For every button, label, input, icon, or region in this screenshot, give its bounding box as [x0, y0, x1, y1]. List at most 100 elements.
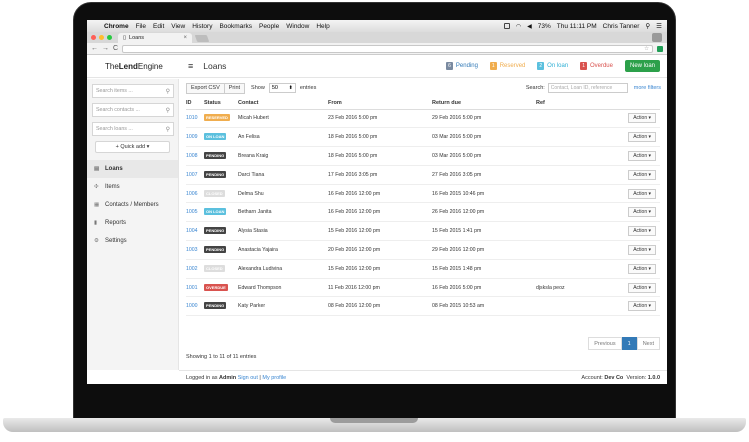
action-dropdown-button[interactable]: Action ▾	[628, 244, 656, 255]
loan-id-link[interactable]: 1001	[186, 278, 204, 298]
status-count-pending[interactable]: 6 Pending	[446, 62, 478, 70]
action-dropdown-button[interactable]: Action ▾	[628, 169, 656, 180]
extension-icon[interactable]	[657, 45, 663, 52]
table-row[interactable]: 1000 PENDING Katy Parker 08 Feb 2016 12:00 …	[186, 296, 660, 317]
more-filters-link[interactable]: more filters	[634, 85, 661, 91]
menu-app[interactable]: Chrome	[104, 23, 129, 30]
contacts-icon: ▦	[94, 202, 100, 208]
search-items-input[interactable]: Search items ... ⚲	[92, 84, 174, 98]
close-window-icon[interactable]	[91, 35, 96, 40]
new-tab-button[interactable]	[194, 35, 210, 42]
browser-tab[interactable]: ▯ Loans ×	[118, 33, 192, 43]
action-dropdown-button[interactable]: Action ▾	[628, 226, 656, 237]
forward-icon[interactable]: →	[102, 45, 109, 52]
menu-item[interactable]: Bookmarks	[219, 23, 252, 30]
sign-out-link[interactable]: Sign out	[238, 375, 258, 381]
tab-close-icon[interactable]: ×	[183, 35, 187, 41]
table-row[interactable]: 1006 CLOSED Delma Shu 16 Feb 2016 12:00 pm 1…	[186, 184, 660, 204]
action-dropdown-button[interactable]: Action ▾	[628, 132, 656, 143]
menu-item[interactable]: Edit	[153, 23, 164, 30]
minimize-window-icon[interactable]	[99, 35, 104, 40]
table-row[interactable]: 1005 ON LOAN Betharn Janita 16 Feb 2016 12:…	[186, 202, 660, 223]
menu-item[interactable]: People	[259, 23, 279, 30]
new-loan-button[interactable]: New loan	[624, 60, 660, 72]
from-cell: 17 Feb 2016 3:05 pm	[328, 165, 432, 185]
loan-id-link[interactable]: 1009	[186, 127, 204, 148]
count-badge: 6	[446, 62, 453, 70]
clock[interactable]: Thu 11:11 PM	[557, 23, 597, 30]
hamburger-menu-icon[interactable]: ≡	[188, 61, 193, 71]
action-dropdown-button[interactable]: Action ▾	[628, 150, 656, 161]
table-search-input[interactable]: Contact, Loan ID, reference	[547, 83, 628, 93]
action-dropdown-button[interactable]: Action ▾	[628, 113, 656, 124]
export-csv-button[interactable]: Export CSV	[186, 82, 225, 94]
loan-id-link[interactable]: 1005	[186, 202, 204, 223]
sidebar-item-loans[interactable]: ▤ Loans	[87, 160, 178, 178]
sidebar-item-reports[interactable]: ▮ Reports	[87, 214, 178, 232]
menu-item[interactable]: History	[192, 23, 212, 30]
table-row[interactable]: 1008 PENDING Breana Kraig 18 Feb 2016 5:00 …	[186, 146, 660, 166]
status-icon[interactable]	[503, 23, 510, 29]
menu-item[interactable]: Help	[316, 23, 329, 30]
page-size-select[interactable]: 50 ⬍	[268, 83, 296, 93]
action-dropdown-button[interactable]: Action ▾	[628, 282, 656, 293]
table-row[interactable]: 1003 PENDING Anastacia Yajaira 20 Feb 2016 …	[186, 240, 660, 260]
table-row[interactable]: 1007 PENDING Darci Tiana 17 Feb 2016 3:05 p…	[186, 165, 660, 185]
status-cell: PENDING	[204, 240, 238, 260]
bookmark-star-icon[interactable]: ☆	[644, 46, 649, 52]
action-dropdown-button[interactable]: Action ▾	[628, 188, 656, 199]
spotlight-icon[interactable]: ⚲	[645, 22, 650, 30]
next-page-button[interactable]: Next	[636, 337, 660, 350]
menu-item[interactable]: File	[136, 23, 146, 30]
table-row[interactable]: 1009 ON LOAN An Felisa 18 Feb 2016 5:00 pm 0…	[186, 127, 660, 148]
table-row[interactable]: 1001 OVERDUE Edward Thompson 11 Feb 2016 12…	[186, 278, 660, 298]
reload-icon[interactable]: C	[113, 45, 118, 52]
column-header: Return due	[432, 97, 536, 110]
column-header	[606, 97, 660, 110]
contact-cell: Alexandra Ludivina	[238, 259, 328, 279]
sidebar-item-contacts[interactable]: ▦ Contacts / Members	[87, 196, 178, 214]
action-cell: Action ▾	[606, 165, 660, 185]
my-profile-link[interactable]: My profile	[262, 375, 286, 381]
status-badge: PENDING	[204, 245, 227, 253]
status-count-overdue[interactable]: 1 Overdue	[580, 62, 613, 70]
app: TheLendEngine ≡ Loans 6 Pending 1 Reserved 2…	[87, 55, 667, 384]
status-count-on-loan[interactable]: 2 On loan	[537, 62, 568, 70]
loan-id-link[interactable]: 1010	[186, 109, 204, 129]
loan-id-link[interactable]: 1002	[186, 259, 204, 279]
current-page-button[interactable]: 1	[621, 337, 637, 350]
search-loans-input[interactable]: Search loans ... ⚲	[92, 122, 174, 136]
brand-logo[interactable]: TheLendEngine	[87, 62, 181, 71]
menu-item[interactable]: Window	[286, 23, 309, 30]
status-count-reserved[interactable]: 1 Reserved	[489, 62, 525, 70]
loan-id-link[interactable]: 1007	[186, 165, 204, 185]
table-row[interactable]: 1002 CLOSED Alexandra Ludivina 15 Feb 2016 …	[186, 259, 660, 279]
address-bar[interactable]: ☆	[122, 44, 653, 53]
loan-id-link[interactable]: 1006	[186, 184, 204, 204]
action-dropdown-button[interactable]: Action ▾	[628, 207, 656, 218]
table-row[interactable]: 1004 PENDING Alysia Stasia 15 Feb 2016 12:0…	[186, 221, 660, 242]
quick-add-button[interactable]: + Quick add ▾	[95, 141, 170, 153]
loan-id-link[interactable]: 1000	[186, 296, 204, 317]
status-cell: PENDING	[204, 146, 238, 166]
menu-item[interactable]: View	[171, 23, 185, 30]
sidebar-item-items[interactable]: ✣ Items	[87, 178, 178, 196]
previous-page-button[interactable]: Previous	[588, 337, 622, 350]
print-button[interactable]: Print	[224, 82, 246, 94]
loan-id-link[interactable]: 1004	[186, 221, 204, 242]
battery-status[interactable]: 73%	[538, 23, 551, 30]
volume-icon[interactable]: ◀	[527, 23, 532, 30]
loan-id-link[interactable]: 1008	[186, 146, 204, 166]
maximize-window-icon[interactable]	[107, 35, 112, 40]
table-row[interactable]: 1010 RESERVED Micah Hubert 23 Feb 2016 5:00…	[186, 109, 660, 129]
notification-icon[interactable]: ☰	[656, 22, 662, 30]
action-dropdown-button[interactable]: Action ▾	[628, 263, 656, 274]
action-dropdown-button[interactable]: Action ▾	[628, 301, 656, 312]
profile-icon[interactable]	[652, 33, 662, 42]
wifi-icon[interactable]: ◠	[516, 23, 521, 30]
user-name[interactable]: Chris Tanner	[603, 23, 640, 30]
back-icon[interactable]: ←	[91, 45, 98, 52]
search-contacts-input[interactable]: Search contacts ... ⚲	[92, 103, 174, 117]
loan-id-link[interactable]: 1003	[186, 240, 204, 260]
sidebar-item-settings[interactable]: ⚙ Settings	[87, 232, 178, 250]
